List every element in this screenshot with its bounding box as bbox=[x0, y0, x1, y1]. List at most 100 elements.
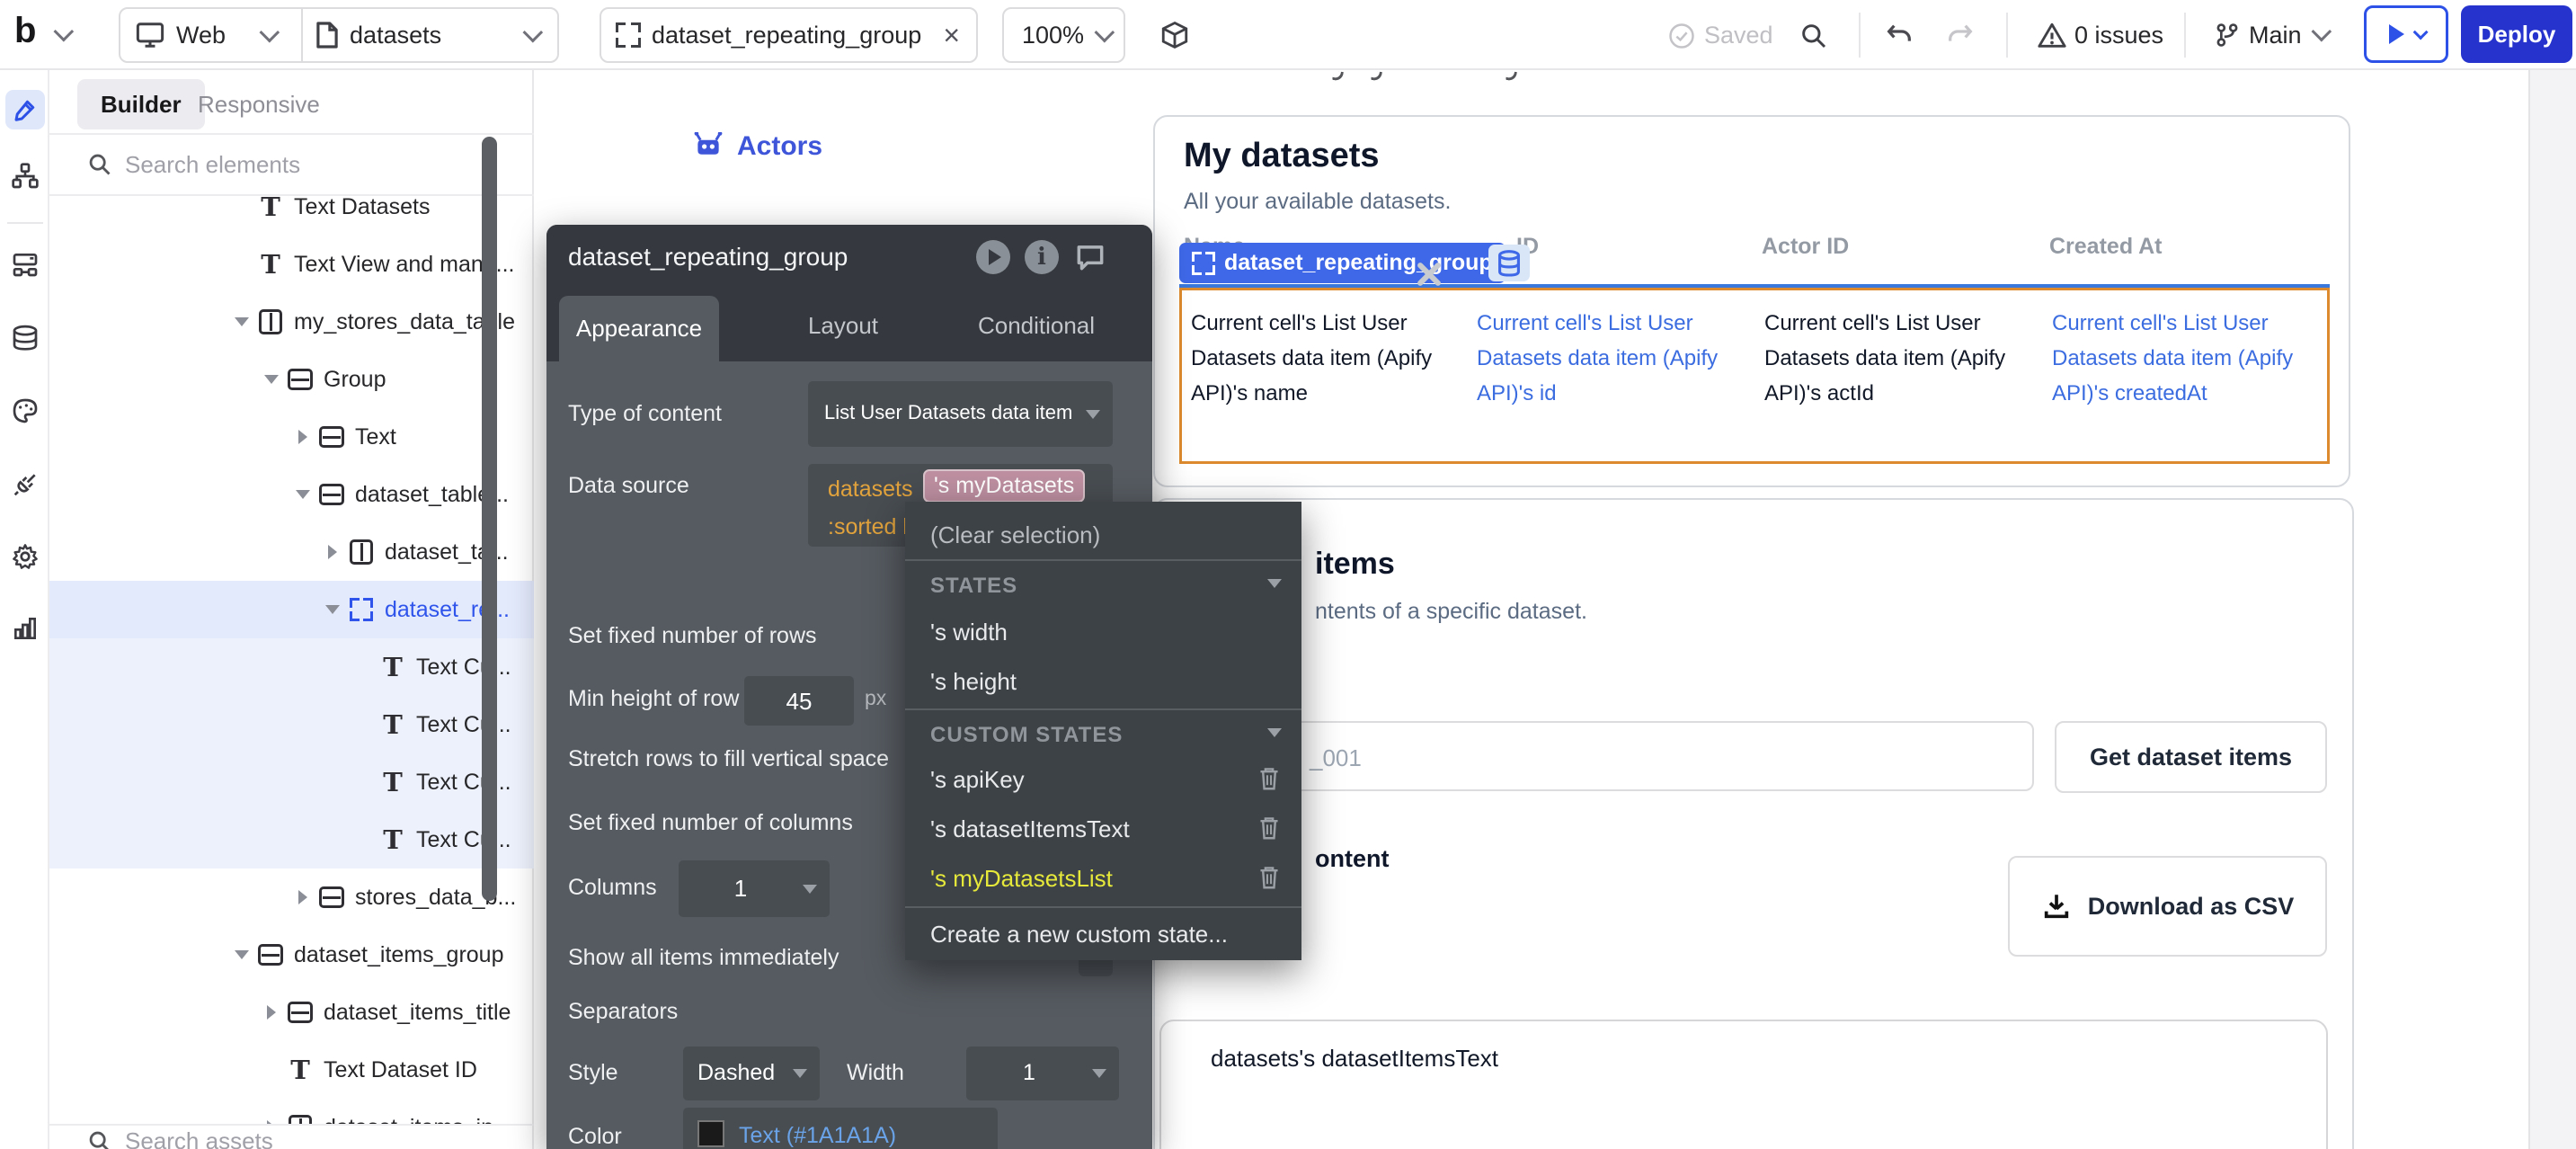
tab-builder[interactable]: Builder bbox=[77, 79, 205, 129]
get-dataset-items-button[interactable]: Get dataset items bbox=[2055, 721, 2327, 793]
custom-state-mydatasetslist[interactable]: 's myDatasetsList bbox=[930, 865, 1113, 893]
caret-right-icon[interactable] bbox=[288, 890, 317, 904]
issues-count[interactable]: 0 issues bbox=[2074, 22, 2163, 49]
caret-right-icon[interactable] bbox=[288, 430, 317, 444]
color-swatch[interactable] bbox=[697, 1120, 724, 1147]
delete-state-icon[interactable] bbox=[1257, 814, 1282, 841]
tree-item-text-datasets[interactable]: T Text Datasets bbox=[49, 196, 534, 236]
caret-down-icon[interactable] bbox=[288, 490, 317, 499]
tree-item-stores-data-b[interactable]: stores_data_b... bbox=[49, 868, 534, 926]
search-icon[interactable] bbox=[1799, 22, 1828, 50]
custom-states-section-header[interactable]: CUSTOM STATES bbox=[930, 723, 1123, 748]
caret-down-icon[interactable] bbox=[317, 605, 347, 614]
cell-actid-expression[interactable]: Current cell's List User Datasets data i… bbox=[1764, 306, 2007, 411]
cell-id-expression[interactable]: Current cell's List User Datasets data i… bbox=[1477, 306, 1727, 411]
clear-selection-item[interactable]: (Clear selection) bbox=[930, 521, 1100, 549]
custom-state-apikey[interactable]: 's apiKey bbox=[930, 766, 1025, 794]
tree-item-text-current-4[interactable]: T Text Cu... bbox=[49, 811, 534, 868]
columns-dropdown[interactable]: 1 bbox=[679, 860, 830, 917]
tree-item-dataset-items-group[interactable]: dataset_items_group bbox=[49, 926, 534, 984]
branch-chevron-icon[interactable] bbox=[2312, 22, 2332, 42]
logs-chart-icon[interactable] bbox=[11, 614, 40, 643]
inspector-header[interactable]: dataset_repeating_group i bbox=[546, 225, 1152, 289]
separator-width-dropdown[interactable]: 1 bbox=[966, 1047, 1119, 1100]
element-tab[interactable]: dataset_repeating_group × bbox=[600, 7, 978, 63]
dataset-content-textarea[interactable]: datasets's datasetItemsText bbox=[1159, 1020, 2328, 1149]
logo-chevron-icon[interactable] bbox=[54, 22, 75, 42]
workflow-sitemap-icon[interactable] bbox=[11, 162, 40, 191]
dataset-repeating-group-element[interactable]: Current cell's List User Datasets data i… bbox=[1179, 288, 2330, 464]
search-assets-box[interactable]: Search assets bbox=[49, 1124, 534, 1149]
tab-responsive[interactable]: Responsive bbox=[198, 79, 320, 129]
expression-prefix[interactable]: datasets bbox=[828, 477, 913, 503]
separator-color-value[interactable]: Text (#1A1A1A) bbox=[739, 1123, 896, 1149]
search-elements-box[interactable]: Search elements bbox=[49, 135, 534, 196]
tree-scrollbar[interactable] bbox=[482, 137, 497, 901]
tree-item-text-view[interactable]: T Text View and mana... bbox=[49, 236, 534, 293]
data-source-chip[interactable] bbox=[1488, 245, 1530, 281]
plugins-icon[interactable] bbox=[11, 470, 40, 499]
tree-item-dataset-repeating-group-selected[interactable]: dataset_re... bbox=[49, 581, 534, 638]
separator-style-dropdown[interactable]: Dashed bbox=[683, 1047, 820, 1100]
tree-item-text-current-3[interactable]: T Text Cu... bbox=[49, 753, 534, 811]
redo-icon[interactable] bbox=[1945, 21, 1976, 51]
components-icon[interactable] bbox=[11, 250, 40, 279]
page-chevron-icon[interactable] bbox=[523, 22, 544, 43]
caret-down-icon[interactable] bbox=[256, 375, 286, 384]
platform-chevron-icon[interactable] bbox=[260, 22, 280, 43]
caret-down-icon[interactable] bbox=[227, 950, 256, 959]
zoom-selector[interactable]: 100% bbox=[1002, 7, 1125, 63]
preview-button[interactable] bbox=[2364, 5, 2448, 63]
platform-label[interactable]: Web bbox=[176, 22, 226, 49]
info-icon[interactable]: i bbox=[1025, 240, 1059, 274]
tree-item-dataset-table[interactable]: dataset_table... bbox=[49, 466, 534, 523]
component-cube-icon[interactable] bbox=[1159, 20, 1190, 50]
close-inspector-icon[interactable] bbox=[1416, 261, 1443, 288]
settings-gear-icon[interactable] bbox=[11, 542, 40, 571]
selected-element-badge[interactable]: dataset_repeating_group bbox=[1179, 243, 1506, 283]
delete-state-icon[interactable] bbox=[1257, 863, 1282, 890]
tree-item-text-group[interactable]: Text bbox=[49, 408, 534, 466]
caret-right-icon[interactable] bbox=[317, 545, 347, 559]
section-collapse-icon[interactable] bbox=[1267, 579, 1282, 588]
cell-createdat-expression[interactable]: Current cell's List User Datasets data i… bbox=[2052, 306, 2329, 411]
tab-conditional[interactable]: Conditional bbox=[933, 289, 1140, 361]
create-custom-state-item[interactable]: Create a new custom state... bbox=[930, 921, 1228, 949]
state-item-height[interactable]: 's height bbox=[930, 668, 1017, 696]
states-section-header[interactable]: STATES bbox=[930, 574, 1017, 599]
state-item-width[interactable]: 's width bbox=[930, 619, 1008, 646]
page-label[interactable]: datasets bbox=[350, 22, 441, 49]
branch-name[interactable]: Main bbox=[2249, 22, 2302, 49]
custom-state-datasetitemstext[interactable]: 's datasetItemsText bbox=[930, 815, 1130, 843]
tree-item-my-stores-data-table[interactable]: my_stores_data_table bbox=[49, 293, 534, 351]
tree-item-dataset-items-title[interactable]: dataset_items_title bbox=[49, 984, 534, 1041]
expression-suffix[interactable]: :sorted b bbox=[828, 514, 915, 540]
tree-item-dataset-items-in[interactable]: dataset_items_in... bbox=[49, 1099, 534, 1124]
section-collapse-icon[interactable] bbox=[1267, 728, 1282, 737]
download-csv-button[interactable]: Download as CSV bbox=[2008, 856, 2327, 957]
type-of-content-dropdown[interactable]: List User Datasets data item bbox=[808, 381, 1113, 447]
deploy-button[interactable]: Deploy bbox=[2461, 5, 2572, 63]
bubble-logo[interactable]: b bbox=[14, 11, 36, 51]
delete-state-icon[interactable] bbox=[1257, 764, 1282, 791]
run-preview-icon[interactable] bbox=[976, 240, 1010, 274]
min-height-input[interactable]: 45 bbox=[744, 676, 854, 726]
close-tab-icon[interactable]: × bbox=[943, 19, 960, 52]
undo-icon[interactable] bbox=[1884, 21, 1914, 51]
tree-item-dataset-ta[interactable]: dataset_ta... bbox=[49, 523, 534, 581]
tree-item-text-current-2[interactable]: T Text Cu... bbox=[49, 696, 534, 753]
caret-down-icon[interactable] bbox=[227, 317, 256, 326]
cell-name-expression[interactable]: Current cell's List User Datasets data i… bbox=[1191, 306, 1468, 411]
tree-item-group[interactable]: Group bbox=[49, 351, 534, 408]
database-icon[interactable] bbox=[11, 325, 40, 353]
caret-right-icon[interactable] bbox=[256, 1005, 286, 1020]
separator-color-field[interactable]: Text (#1A1A1A) bbox=[683, 1108, 998, 1149]
tree-item-text-current-1[interactable]: T Text Cu... bbox=[49, 638, 534, 696]
tab-appearance[interactable]: Appearance bbox=[559, 296, 719, 361]
expression-selected-segment[interactable]: 's myDatasets bbox=[923, 469, 1085, 503]
design-mode-button[interactable] bbox=[5, 90, 45, 129]
tab-layout[interactable]: Layout bbox=[753, 289, 933, 361]
dataset-id-input[interactable]: _001 bbox=[1184, 721, 2034, 791]
comment-bubble-icon[interactable] bbox=[1073, 240, 1107, 274]
styles-palette-icon[interactable] bbox=[11, 396, 40, 425]
